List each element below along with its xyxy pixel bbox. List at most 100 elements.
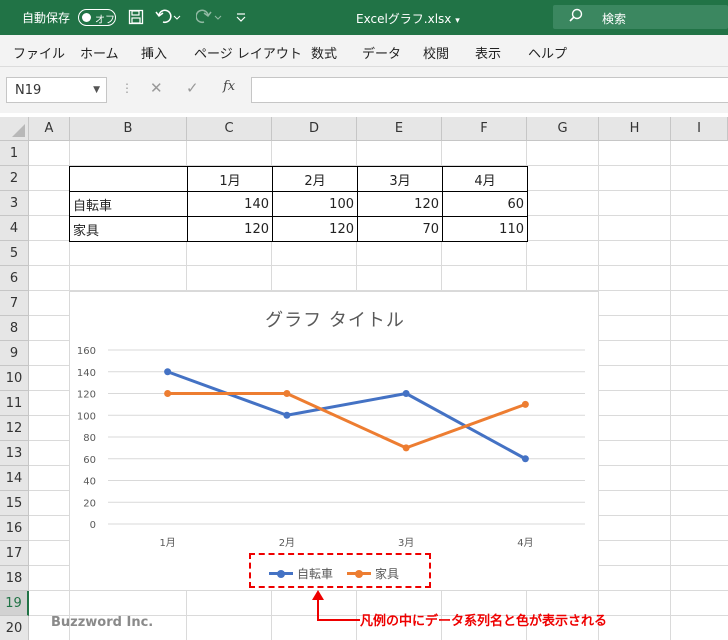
search-box[interactable]: 検索 [553, 5, 728, 29]
search-icon [569, 8, 583, 22]
x-tick-label: 2月 [279, 537, 295, 549]
tab-help[interactable]: ヘルプ [528, 43, 567, 62]
table-cell[interactable]: 110 [442, 216, 528, 242]
series-line-2 [167, 392, 526, 450]
search-label: 検索 [602, 12, 627, 26]
row-header[interactable]: 8 [0, 316, 29, 341]
data-point [402, 444, 410, 452]
table-cell[interactable]: 100 [272, 191, 358, 217]
row-header[interactable]: 2 [0, 166, 29, 191]
column-header-i[interactable]: I [671, 117, 728, 141]
row-header[interactable]: 4 [0, 216, 29, 241]
row-header[interactable]: 10 [0, 366, 29, 391]
row-header[interactable]: 14 [0, 466, 29, 491]
legend-marker [269, 569, 293, 578]
legend-item-series-1[interactable]: 自転車 [269, 565, 333, 582]
row-header[interactable]: 3 [0, 191, 29, 216]
column-header-c[interactable]: C [187, 117, 272, 141]
tab-insert[interactable]: 挿入 [141, 43, 167, 62]
table-header-cell[interactable]: 4月 [442, 166, 528, 192]
tab-page-layout[interactable]: ページ レイアウト [194, 43, 302, 62]
chevron-down-icon[interactable]: ▼ [93, 85, 100, 95]
table-cell[interactable]: 120 [187, 216, 273, 242]
annotation-callout: 凡例の中にデータ系列名と色が表示される [360, 614, 608, 629]
select-all-icon [12, 124, 25, 137]
tab-home[interactable]: ホーム [80, 43, 119, 62]
row-header[interactable]: 9 [0, 341, 29, 366]
table-cell[interactable]: 70 [357, 216, 443, 242]
row-header[interactable]: 17 [0, 541, 29, 566]
column-header-h[interactable]: H [599, 117, 671, 141]
row-header[interactable]: 20 [0, 616, 29, 640]
table-cell[interactable]: 120 [357, 191, 443, 217]
formula-input[interactable] [251, 77, 728, 103]
arrow-up-icon [312, 590, 325, 621]
row-header[interactable]: 13 [0, 441, 29, 466]
row-header[interactable]: 1 [0, 141, 29, 166]
table-header-cell[interactable]: 1月 [187, 166, 273, 192]
name-box[interactable]: N19 ▼ [6, 77, 107, 103]
legend-label: 家具 [375, 567, 400, 581]
row-header[interactable]: 11 [0, 391, 29, 416]
table-row: 自転車 140 100 120 60 [69, 191, 528, 217]
column-header-g[interactable]: G [527, 117, 599, 141]
table-header-row: 1月 2月 3月 4月 [69, 166, 528, 192]
line-chart[interactable]: グラフ タイトル 0 20 40 60 80 100 120 140 160 1月 2月 3月 4月 [69, 291, 599, 591]
enter-icon[interactable]: ✓ [186, 79, 199, 97]
table-row-label[interactable]: 家具 [69, 216, 188, 242]
table-row-label[interactable]: 自転車 [69, 191, 188, 217]
column-header-e[interactable]: E [357, 117, 442, 141]
undo-icon[interactable] [154, 7, 182, 27]
table-header-cell[interactable]: 3月 [357, 166, 443, 192]
data-point [521, 400, 529, 408]
x-tick-label: 1月 [159, 537, 175, 549]
insert-function-icon[interactable]: fx [223, 79, 235, 94]
table-cell[interactable]: 140 [187, 191, 273, 217]
tab-data[interactable]: データ [362, 43, 401, 62]
table-header-cell[interactable]: 2月 [272, 166, 358, 192]
drag-handle-icon[interactable]: ⋮ [121, 81, 133, 95]
tab-file[interactable]: ファイル [13, 43, 65, 62]
autosave-toggle[interactable]: オフ [78, 9, 116, 26]
toggle-knob [82, 13, 91, 22]
row-header[interactable]: 18 [0, 566, 29, 591]
y-tick-label: 80 [83, 433, 96, 444]
arrow-line [318, 619, 360, 621]
row-header-selected[interactable]: 19 [0, 591, 29, 616]
table-row: 家具 120 120 70 110 [69, 216, 528, 242]
data-point [164, 368, 172, 376]
data-point [521, 455, 529, 463]
row-header[interactable]: 12 [0, 416, 29, 441]
y-tick-label: 60 [83, 455, 96, 466]
legend-label: 自転車 [297, 567, 334, 581]
row-header[interactable]: 7 [0, 291, 29, 316]
tab-view[interactable]: 表示 [475, 43, 501, 62]
chart-plot: 0 20 40 60 80 100 120 140 160 1月 2月 3月 4月 [77, 346, 585, 549]
table-cell[interactable] [69, 166, 188, 192]
formula-bar: N19 ▼ ⋮ ✕ ✓ fx [0, 67, 728, 113]
row-header[interactable]: 6 [0, 266, 29, 291]
tab-review[interactable]: 校閲 [423, 43, 449, 62]
file-title[interactable]: Excelグラフ.xlsx ▾ [356, 10, 460, 27]
y-tick-label: 20 [83, 498, 96, 509]
row-header[interactable]: 5 [0, 241, 29, 266]
cancel-icon[interactable]: ✕ [150, 79, 163, 97]
customize-toolbar-icon[interactable] [234, 7, 248, 27]
title-bar: 自動保存 オフ Excelグラフ.xlsx ▾ 検索 [0, 0, 728, 35]
autosave-label: 自動保存 [22, 11, 71, 25]
row-header[interactable]: 16 [0, 516, 29, 541]
table-cell[interactable]: 120 [272, 216, 358, 242]
column-header-b[interactable]: B [70, 117, 187, 141]
data-table: 1月 2月 3月 4月 自転車 140 100 120 60 家具 120 12… [69, 166, 528, 242]
redo-icon[interactable] [195, 7, 223, 27]
toggle-label: オフ [95, 15, 115, 26]
row-header[interactable]: 15 [0, 491, 29, 516]
legend-item-series-2[interactable]: 家具 [347, 565, 399, 582]
table-cell[interactable]: 60 [442, 191, 528, 217]
tab-formulas[interactable]: 数式 [311, 43, 337, 62]
column-header-a[interactable]: A [29, 117, 70, 141]
select-all-button[interactable] [0, 117, 29, 141]
column-header-d[interactable]: D [272, 117, 357, 141]
column-header-f[interactable]: F [442, 117, 527, 141]
save-icon[interactable] [126, 7, 146, 27]
